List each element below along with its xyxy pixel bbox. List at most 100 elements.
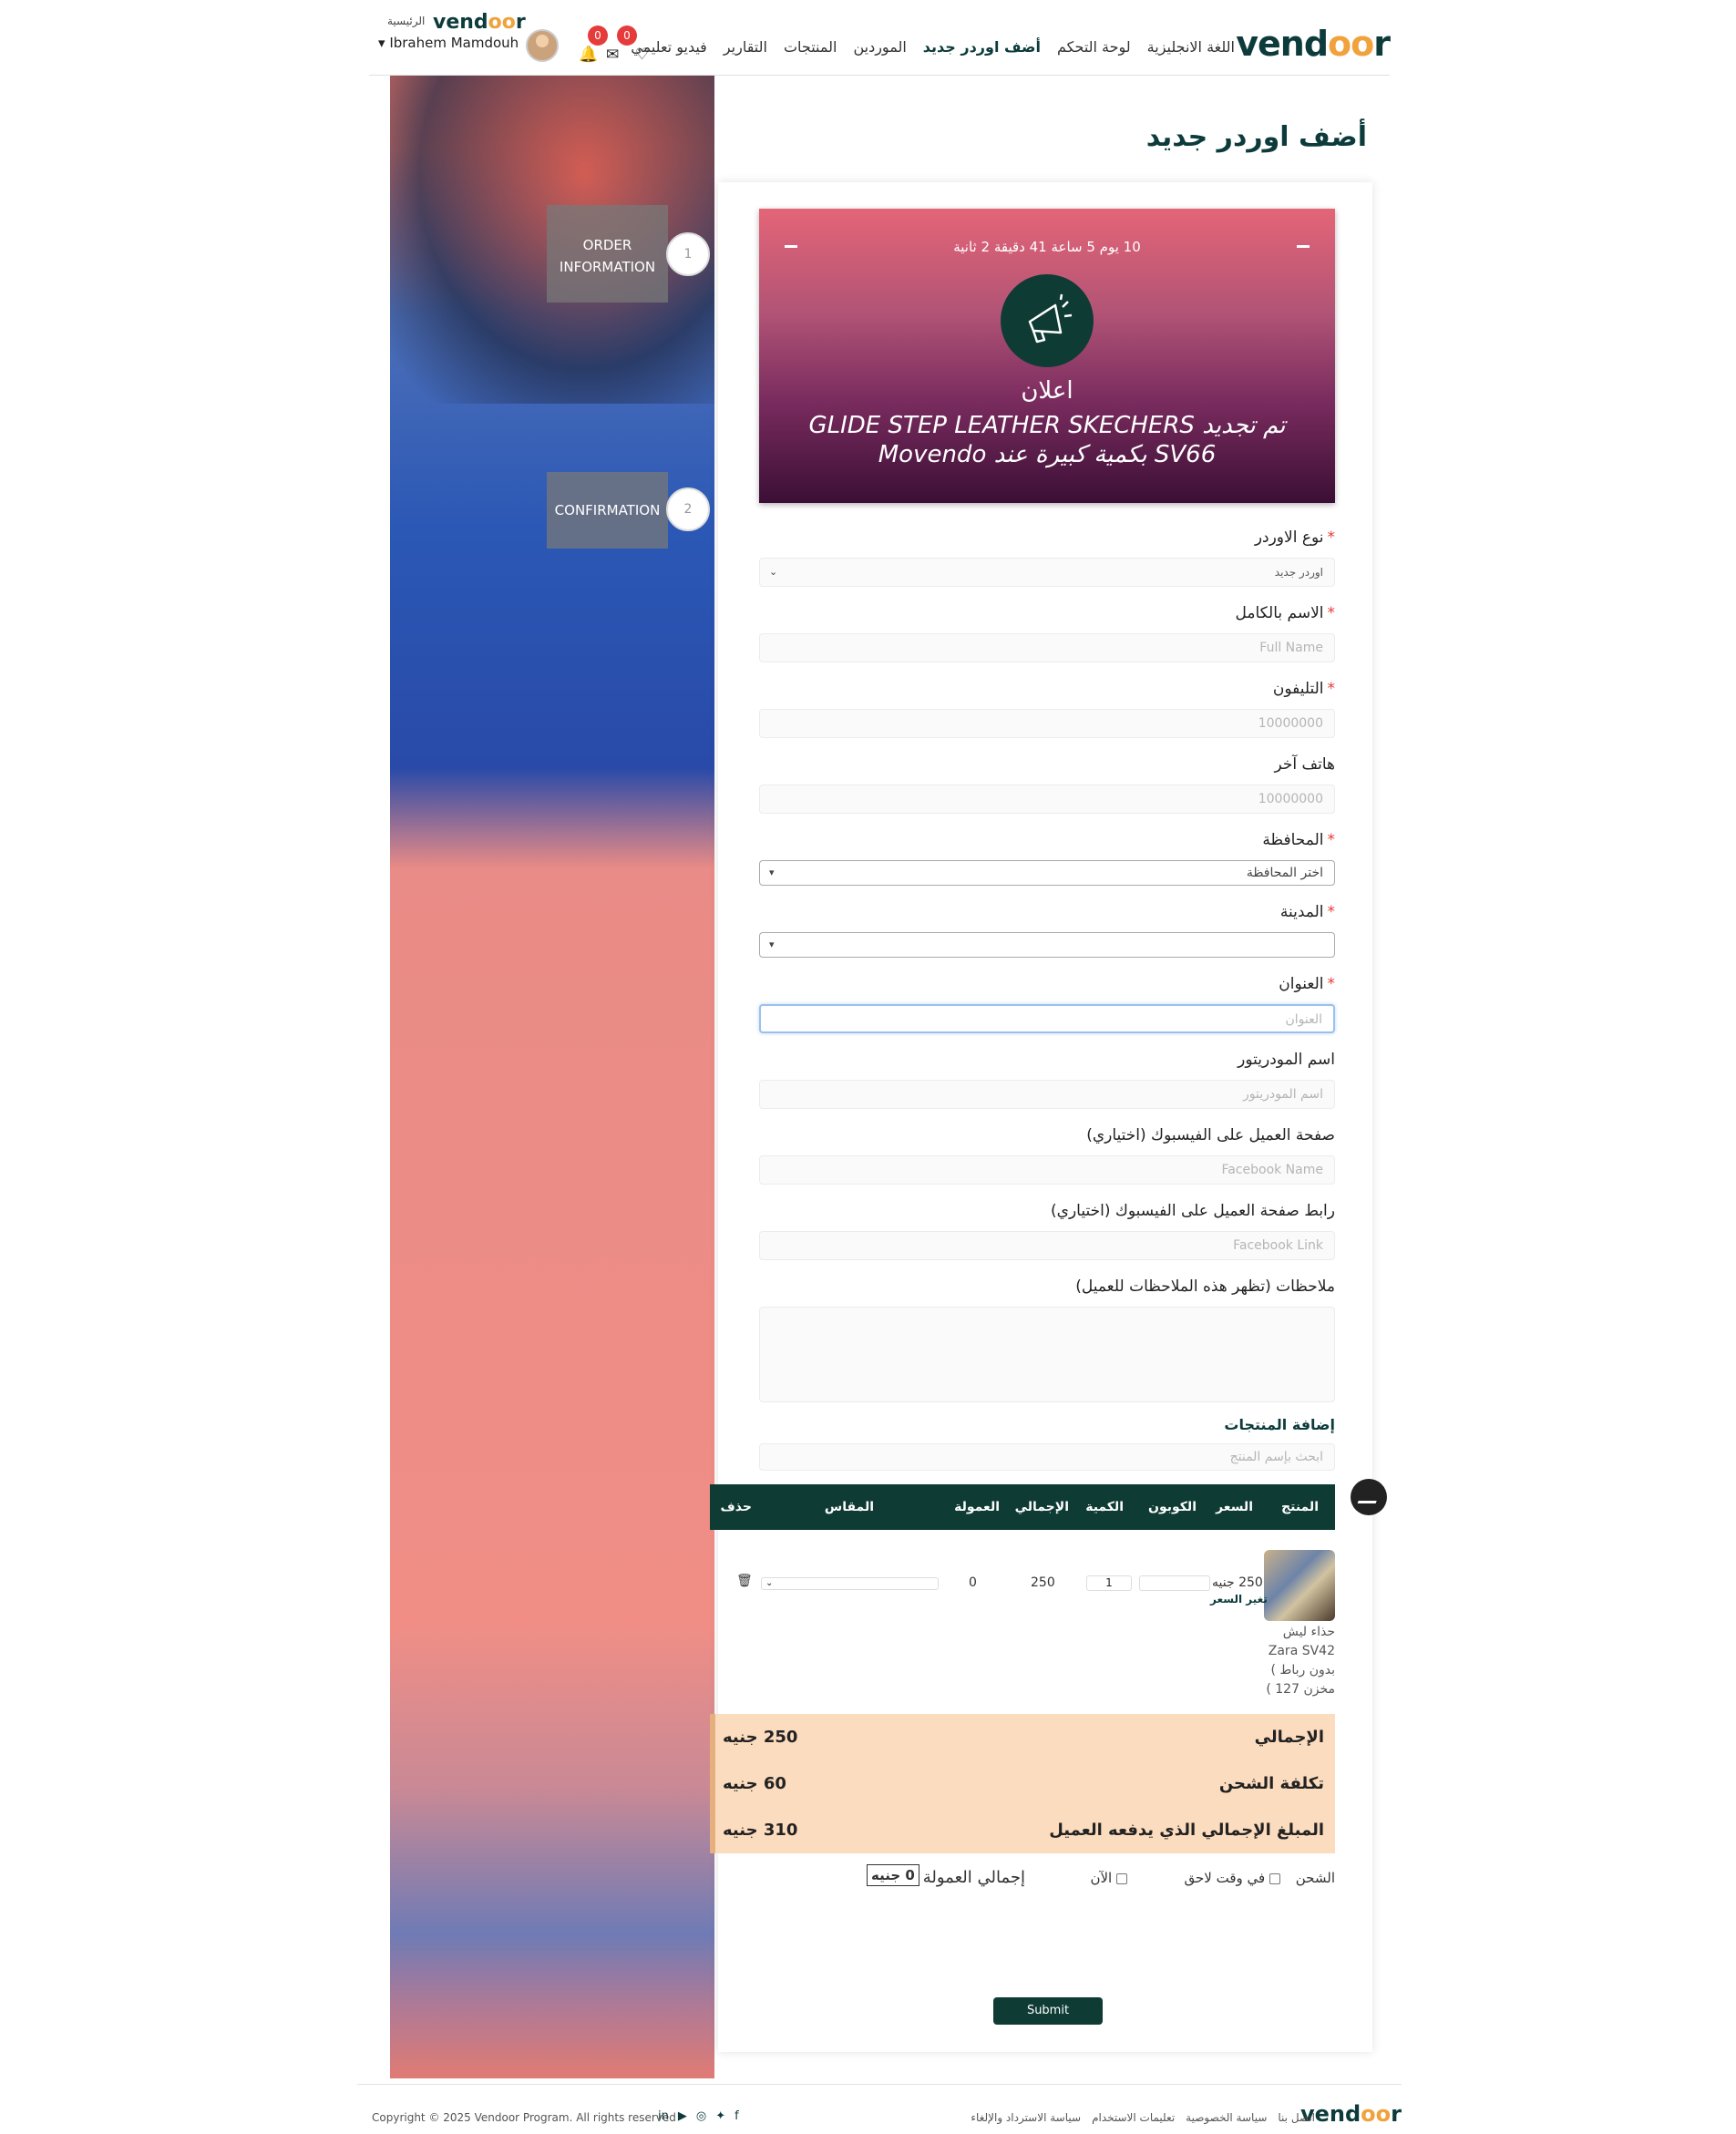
nav-suppliers[interactable]: الموردين [853, 38, 906, 56]
main-nav: اللغة الانجليزية لوحة التحكم أضف اوردر ج… [631, 38, 1235, 56]
shipping-options: الشحن في وقت لاحق الآن إجمالي العمولة 0 … [759, 1864, 1335, 1906]
shipping-cost-label: تكلفة الشحن [1218, 1774, 1324, 1793]
top-header: vendoor اللغة الانجليزية لوحة التحكم أضف… [369, 0, 1391, 76]
footer-link-refund[interactable]: سياسة الاسترداد والإلغاء [971, 2111, 1081, 2124]
footer-link-contact[interactable]: اتصل بنا [1278, 2111, 1315, 2124]
governorate-label: *المحافظة [1262, 831, 1335, 849]
prev-icon[interactable] [785, 245, 797, 248]
commission-total-value: 0 جنيه [867, 1864, 919, 1886]
footer-links: اتصل بنا سياسة الخصوصية تعليمات الاستخدا… [971, 2111, 1315, 2124]
facebook-icon[interactable]: f [734, 2109, 739, 2123]
footer-logo[interactable]: vendoor [1300, 2101, 1402, 2127]
nav-add-order[interactable]: أضف اوردر جديد [923, 38, 1041, 56]
ship-now-option[interactable]: الآن [1090, 1870, 1127, 1886]
caret-down-icon: ▾ [769, 939, 775, 950]
product-name: حذاء ليش Zara SV42 بدون رباط ) مخزن 127 … [1266, 1623, 1335, 1699]
fb-link-label: رابط صفحة العميل على الفيسبوك (اختياري) [1051, 1202, 1335, 1220]
instagram-icon[interactable]: ◎ [696, 2109, 706, 2123]
twitter-icon[interactable]: ✦ [715, 2109, 725, 2123]
next-icon[interactable] [1297, 245, 1310, 248]
small-brand-logo: vendoor [433, 11, 526, 34]
col-size: المقاس [824, 1500, 874, 1514]
nav-reports[interactable]: التقارير [724, 38, 767, 56]
moderator-input[interactable]: اسم المودريتور [759, 1080, 1335, 1109]
shipping-cost-value: 60 جنيه [723, 1774, 786, 1793]
quantity-input[interactable]: 1 [1086, 1575, 1132, 1591]
footer-link-terms[interactable]: تعليمات الاستخدام [1092, 2111, 1175, 2124]
commission-total-label: إجمالي العمولة [922, 1868, 1025, 1887]
phone-input[interactable]: 10000000 [759, 709, 1335, 738]
col-commission: العمولة [954, 1500, 1000, 1514]
full-name-input[interactable]: Full Name [759, 633, 1335, 662]
col-total: الإجمالي [1014, 1500, 1069, 1514]
chevron-down-icon: ⌄ [769, 566, 778, 578]
step-2-number: 2 [666, 487, 710, 531]
ship-later-option[interactable]: في وقت لاحق [1185, 1870, 1280, 1886]
submit-button[interactable]: Submit [993, 1997, 1103, 2025]
messenger-icon[interactable] [1351, 1479, 1387, 1515]
product-image [1264, 1550, 1335, 1621]
size-select[interactable]: ⌄ [761, 1577, 939, 1590]
shipping-cost-row: تكلفة الشحن 60 جنيه [715, 1774, 1335, 1820]
caret-down-icon: ▾ [769, 867, 775, 878]
fb-page-input[interactable]: Facebook Name [759, 1155, 1335, 1185]
address-input[interactable]: العنوان [759, 1004, 1335, 1033]
user-menu[interactable]: ▾ Ibrahem Mamdouh [378, 35, 519, 51]
grand-total-value: 310 جنيه [723, 1821, 798, 1840]
step-1-number: 1 [666, 232, 710, 276]
mail-icon[interactable]: ✉ [606, 46, 619, 64]
row-total: 250 [1031, 1575, 1055, 1590]
ship-later-checkbox[interactable] [1269, 1872, 1280, 1884]
youtube-icon[interactable]: ▶ [678, 2109, 687, 2123]
order-type-select[interactable]: اوردر جديد ⌄ [759, 558, 1335, 587]
grand-total-label: المبلغ الإجمالي الذي يدفعه العميل [1049, 1821, 1324, 1840]
avatar[interactable] [526, 29, 559, 62]
fb-link-input[interactable]: Facebook Link [759, 1231, 1335, 1260]
nav-english-language[interactable]: اللغة الانجليزية [1147, 38, 1235, 56]
coupon-input[interactable] [1139, 1575, 1210, 1591]
page-title: أضف اوردر جديد [1145, 121, 1367, 153]
social-links: in ▶ ◎ ✦ f [658, 2109, 739, 2123]
trash-icon[interactable]: 🗑 [736, 1574, 753, 1588]
bell-icon[interactable]: 🔔 [579, 46, 598, 64]
announcement-message: تم تجديد GLIDE STEP LEATHER SKECHERS SV6… [808, 412, 1286, 468]
subtotal-value: 250 جنيه [723, 1728, 798, 1747]
username-label: Ibrahem Mamdouh [389, 35, 519, 51]
copyright-text: Copyright © 2025 Vendoor Program. All ri… [372, 2111, 676, 2124]
step-1-label: ORDER INFORMATION [559, 237, 656, 275]
fb-page-label: صفحة العميل على الفيسبوك (اختياري) [1086, 1126, 1335, 1144]
linkedin-icon[interactable]: in [658, 2109, 669, 2123]
countdown-timer: 10 يوم 5 ساعة 41 دقيقة 2 ثانية [953, 239, 1141, 255]
nav-products[interactable]: المنتجات [784, 38, 837, 56]
notes-textarea[interactable] [759, 1307, 1335, 1402]
product-price: 250 جنيه [1212, 1575, 1263, 1590]
heart-icon[interactable]: ♡ [635, 46, 649, 64]
governorate-select[interactable]: اختر المحافظة ▾ [759, 860, 1335, 886]
city-select[interactable]: ▾ [759, 932, 1335, 958]
col-coupon: الكوبون [1148, 1500, 1197, 1514]
chevron-down-icon: ⌄ [765, 1578, 774, 1588]
shipping-label: الشحن [1295, 1870, 1335, 1886]
ship-now-checkbox[interactable] [1116, 1872, 1127, 1884]
nav-dashboard[interactable]: لوحة التحكم [1057, 38, 1131, 56]
other-phone-input[interactable]: 10000000 [759, 785, 1335, 814]
order-type-label: *نوع الاوردر [1254, 528, 1335, 547]
product-search-input[interactable]: ابحث بإسم المنتج [759, 1443, 1335, 1471]
order-totals: الإجمالي 250 جنيه تكلفة الشحن 60 جنيه ال… [710, 1714, 1335, 1853]
announcement-title: اعلان [1021, 377, 1073, 405]
change-price-link[interactable]: تغير السعر [1210, 1593, 1268, 1606]
col-product: المنتج [1281, 1500, 1319, 1514]
home-link[interactable]: الرئيسية [387, 15, 425, 27]
col-quantity: الكمية [1085, 1500, 1124, 1514]
announcement-banner: 10 يوم 5 ساعة 41 دقيقة 2 ثانية اعلان تم … [759, 209, 1335, 503]
footer: vendoor اتصل بنا سياسة الخصوصية تعليمات … [357, 2084, 1402, 2134]
phone-label: *التليفون [1272, 680, 1335, 698]
brand-logo[interactable]: vendoor [1236, 24, 1391, 64]
footer-link-privacy[interactable]: سياسة الخصوصية [1186, 2111, 1267, 2124]
row-commission: 0 [969, 1575, 977, 1590]
user-area: الرئيسية vendoor ▾ Ibrahem Mamdouh 🔔 0 ✉… [378, 9, 679, 64]
products-section-title: إضافة المنتجات [1224, 1416, 1335, 1433]
product-name-line-4: مخزن 127 ) [1266, 1682, 1335, 1697]
address-label: *العنوان [1279, 975, 1335, 993]
product-name-line-3: بدون رباط ) [1270, 1663, 1335, 1677]
